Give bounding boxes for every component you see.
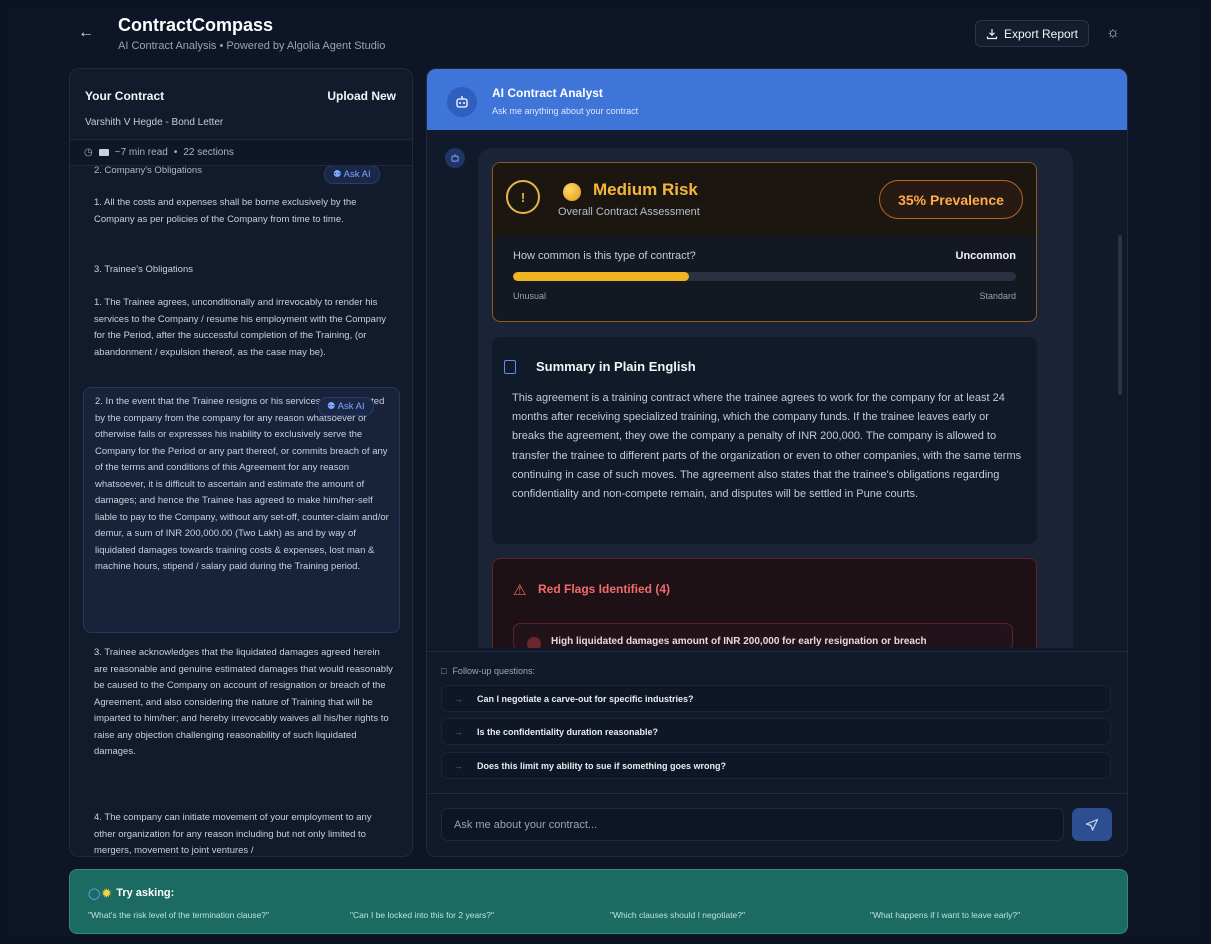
followup-label-text: Follow-up questions: xyxy=(452,666,535,676)
scale-max-label: Standard xyxy=(979,291,1016,301)
risk-level: Medium Risk xyxy=(593,180,698,199)
summary-title: Summary in Plain English xyxy=(536,359,696,374)
red-flag-marker xyxy=(527,637,541,648)
lightbulb-icon: ◯ xyxy=(88,888,101,900)
assistant-message: ! Medium Risk Overall Contract Assessmen… xyxy=(478,148,1073,648)
contract-paragraph: 1. The Trainee agrees, unconditionally a… xyxy=(94,297,386,358)
section-count: 22 sections xyxy=(183,147,234,158)
alert-circle-icon: ! xyxy=(506,180,540,214)
red-flags-card: ⚠ Red Flags Identified (4) High liquidat… xyxy=(492,558,1037,648)
summary-text: This agreement is a training contract wh… xyxy=(512,392,1022,501)
try-asking-bar: ◯ ✹ Try asking: "What's the risk level o… xyxy=(69,869,1128,934)
message-area[interactable]: ! Medium Risk Overall Contract Assessmen… xyxy=(427,130,1127,648)
suggested-question[interactable]: "Which clauses should I negotiate?" xyxy=(610,910,745,920)
chat-subtitle: Ask me anything about your contract xyxy=(492,106,639,116)
chat-input-row xyxy=(427,793,1127,856)
suggested-question[interactable]: "What's the risk level of the terminatio… xyxy=(88,910,269,920)
lightbulb-icon: ✹ xyxy=(102,888,112,900)
highlighted-clause[interactable]: 2. In the event that the Trainee resigns… xyxy=(83,387,400,633)
sun-icon[interactable]: ☼ xyxy=(1102,22,1124,44)
prevalence-bar xyxy=(513,272,1016,281)
document-meta: ◷ ~7 min read • 22 sections xyxy=(70,139,412,166)
chat-header: AI Contract Analyst Ask me anything abou… xyxy=(427,69,1127,130)
followup-question[interactable]: → Can I negotiate a carve-out for specif… xyxy=(441,685,1111,712)
app-header: ← ContractCompass AI Contract Analysis •… xyxy=(8,7,1201,67)
ask-ai-label: Ask AI xyxy=(337,401,365,412)
contract-paragraph: 4. The company can initiate movement of … xyxy=(94,812,372,856)
scrollbar[interactable] xyxy=(1118,235,1122,395)
red-flag-item[interactable]: High liquidated damages amount of INR 20… xyxy=(513,623,1013,648)
arrow-right-icon: → xyxy=(454,693,463,704)
suggested-question[interactable]: "What happens if I want to leave early?" xyxy=(870,910,1020,920)
prevalence-badge: 35% Prevalence xyxy=(879,180,1023,219)
scale-min-label: Unusual xyxy=(513,291,547,301)
upload-new-button[interactable]: Upload New xyxy=(327,89,396,103)
meta-separator: • xyxy=(173,147,178,158)
download-icon xyxy=(986,28,998,39)
robot-icon xyxy=(447,87,477,117)
send-button[interactable] xyxy=(1072,808,1112,841)
try-asking-title: ✹ Try asking: xyxy=(102,887,174,900)
followup-question[interactable]: → Is the confidentiality duration reason… xyxy=(441,718,1111,745)
contract-paragraph: 3. Trainee acknowledges that the liquida… xyxy=(94,647,393,757)
summary-card: Summary in Plain English This agreement … xyxy=(492,337,1037,544)
prevalence-bar-fill xyxy=(513,272,690,281)
contract-heading: 3. Trainee's Obligations xyxy=(94,264,193,275)
followup-question-text: Is the confidentiality duration reasonab… xyxy=(477,726,659,737)
app-subtitle: AI Contract Analysis • Powered by Algoli… xyxy=(118,40,386,52)
export-report-label: Export Report xyxy=(1003,26,1079,41)
chat-bubble-icon: □ xyxy=(441,666,447,676)
arrow-right-icon: → xyxy=(454,726,463,737)
followup-section: □ Follow-up questions: → Can I negotiate… xyxy=(427,651,1127,791)
app-frame: ← ContractCompass AI Contract Analysis •… xyxy=(8,7,1201,937)
book-icon xyxy=(98,149,109,156)
risk-label: Overall Contract Assessment xyxy=(558,206,700,218)
warning-icon: ⚠ xyxy=(513,582,527,599)
ask-ai-button[interactable]: ⚉ Ask AI xyxy=(324,166,380,184)
contract-panel-title: Your Contract xyxy=(85,89,165,103)
robot-icon: ⚉ xyxy=(333,169,342,180)
chat-panel: AI Contract Analyst Ask me anything abou… xyxy=(426,68,1128,857)
followup-question-text: Does this limit my ability to sue if som… xyxy=(477,760,727,771)
prevalence-answer: Uncommon xyxy=(955,250,1017,262)
chat-input[interactable] xyxy=(441,808,1064,841)
followup-label: □ Follow-up questions: xyxy=(441,666,535,676)
ask-ai-button[interactable]: ⚉ Ask AI xyxy=(318,397,374,416)
arrow-right-icon: → xyxy=(454,760,463,771)
suggested-question[interactable]: "Can I be locked into this for 2 years?" xyxy=(350,910,494,920)
prevalence-question: How common is this type of contract? xyxy=(513,250,696,262)
chat-title: AI Contract Analyst xyxy=(492,86,603,100)
risk-level-indicator xyxy=(563,183,581,201)
robot-icon: ⚉ xyxy=(327,401,336,412)
send-icon xyxy=(1085,818,1099,831)
export-report-button[interactable]: Export Report xyxy=(975,20,1089,47)
contract-paragraph: 1. All the costs and expenses shall be b… xyxy=(94,197,357,225)
robot-icon xyxy=(445,148,465,168)
document-icon xyxy=(504,360,516,374)
document-name: Varshith V Hegde - Bond Letter xyxy=(85,117,224,128)
followup-question-text: Can I negotiate a carve-out for specific… xyxy=(477,693,694,704)
clock-icon: ◷ xyxy=(84,147,93,158)
contract-paragraph: 2. In the event that the Trainee resigns… xyxy=(95,396,389,572)
contract-panel: Your Contract Upload New Varshith V Hegd… xyxy=(69,68,413,857)
red-flags-title: Red Flags Identified (4) xyxy=(538,582,671,596)
contract-text[interactable]: 2. Company's Obligations ⚉ Ask AI 1. All… xyxy=(70,166,412,856)
back-arrow-icon[interactable]: ← xyxy=(78,24,96,42)
section-heading: 2. Company's Obligations xyxy=(94,166,202,176)
try-asking-label: Try asking: xyxy=(116,887,175,899)
risk-header: ! Medium Risk Overall Contract Assessmen… xyxy=(493,163,1036,235)
ask-ai-label: Ask AI xyxy=(343,169,371,180)
contract-panel-header: Your Contract Upload New Varshith V Hegd… xyxy=(70,69,412,139)
followup-question[interactable]: → Does this limit my ability to sue if s… xyxy=(441,752,1111,779)
read-time: ~7 min read xyxy=(114,147,168,158)
app-title: ContractCompass xyxy=(118,15,274,35)
red-flag-text: High liquidated damages amount of INR 20… xyxy=(551,636,927,647)
risk-assessment-card: ! Medium Risk Overall Contract Assessmen… xyxy=(492,162,1037,322)
